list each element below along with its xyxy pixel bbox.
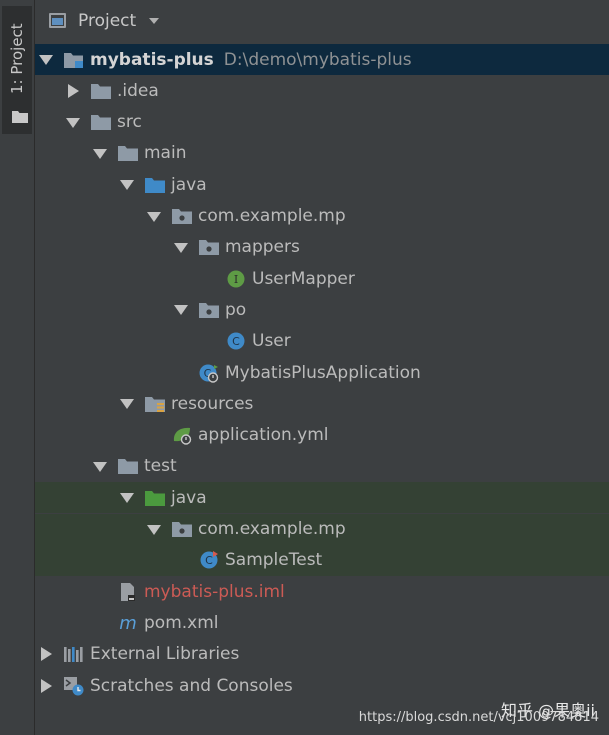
tree-row[interactable]: com.example.mp <box>35 201 609 232</box>
expand-arrow-right-icon[interactable] <box>41 647 52 662</box>
package-icon <box>171 519 193 539</box>
tree-row[interactable]: main <box>35 138 609 169</box>
tree-item-label: src <box>117 112 142 133</box>
expand-arrow-down-icon[interactable] <box>120 493 134 504</box>
project-tree: mybatis-plus D:\demo\mybatis-plus .idea src… <box>35 44 609 735</box>
tree-row[interactable]: com.example.mp <box>35 513 609 545</box>
tree-item-label: com.example.mp <box>198 519 346 539</box>
tree-row[interactable]: I UserMapper <box>35 263 609 294</box>
spring-class-icon: C <box>198 363 220 383</box>
watermark-url: https://blog.csdn.net/vcj1009784814 <box>358 710 599 725</box>
expand-arrow-down-icon[interactable] <box>93 461 107 472</box>
module-folder-icon <box>63 50 85 70</box>
tree-row[interactable]: java <box>35 482 609 514</box>
tree-row[interactable]: mappers <box>35 232 609 263</box>
tree-row[interactable]: resources <box>35 388 609 419</box>
project-view-title[interactable]: Project <box>78 11 136 31</box>
folder-icon <box>12 111 28 123</box>
expand-arrow-down-icon[interactable] <box>174 305 188 316</box>
svg-text:C: C <box>205 554 213 567</box>
expand-arrow-right-icon[interactable] <box>41 678 52 693</box>
expand-arrow-down-icon[interactable] <box>147 524 161 535</box>
folder-icon <box>117 143 139 163</box>
tree-row[interactable]: External Libraries <box>35 639 609 670</box>
project-tool-tab[interactable]: 1: Project <box>2 6 32 134</box>
left-tool-strip: 1: Project <box>0 0 35 735</box>
tree-row[interactable]: C MybatisPlusApplication <box>35 357 609 388</box>
tree-row[interactable]: C User <box>35 326 609 357</box>
tree-item-label: com.example.mp <box>198 206 346 226</box>
tree-row[interactable]: C SampleTest <box>35 544 609 576</box>
tree-item-label: External Libraries <box>90 644 240 665</box>
tree-row[interactable]: test <box>35 451 609 482</box>
interface-icon: I <box>225 269 247 289</box>
svg-text:m: m <box>119 613 137 633</box>
tree-item-label: User <box>252 331 291 352</box>
expand-arrow-down-icon[interactable] <box>147 211 161 222</box>
tree-item-label: test <box>144 456 177 477</box>
tree-item-label: main <box>144 143 187 164</box>
tree-item-label: SampleTest <box>225 550 323 571</box>
chevron-down-icon[interactable] <box>149 18 159 24</box>
expand-arrow-down-icon[interactable] <box>93 148 107 159</box>
folder-icon <box>90 112 112 132</box>
test-class-icon: C <box>198 550 220 570</box>
package-icon <box>198 300 220 320</box>
tree-item-label: Scratches and Consoles <box>90 675 293 696</box>
tree-item-label: .idea <box>117 80 159 101</box>
tree-item-label: java <box>171 174 207 195</box>
tree-item-label: pom.xml <box>144 612 219 633</box>
tree-item-label: mybatis-plus D:\demo\mybatis-plus <box>90 49 412 70</box>
package-icon <box>198 237 220 257</box>
tree-item-label: UserMapper <box>252 268 355 289</box>
tree-item-label: po <box>225 299 247 320</box>
tree-row[interactable]: application.yml <box>35 420 609 451</box>
resources-folder-icon <box>144 394 166 414</box>
folder-icon <box>117 456 139 476</box>
tree-row[interactable]: m pom.xml <box>35 607 609 638</box>
tree-item-label: MybatisPlusApplication <box>225 362 421 383</box>
project-tool-tab-label: 1: Project <box>8 23 26 94</box>
expand-arrow-down-icon[interactable] <box>120 180 134 191</box>
project-view-icon <box>49 13 66 28</box>
scratches-icon <box>63 676 85 696</box>
project-panel-header: Project <box>35 0 609 44</box>
tree-item-label: mybatis-plus.iml <box>144 581 285 602</box>
module-path-label: D:\demo\mybatis-plus <box>223 49 412 70</box>
tree-row[interactable]: mybatis-plus.iml <box>35 576 609 607</box>
expand-arrow-down-icon[interactable] <box>120 399 134 410</box>
expand-arrow-right-icon[interactable] <box>68 83 79 98</box>
tree-row[interactable]: po <box>35 294 609 325</box>
test-source-folder-icon <box>144 488 166 508</box>
tree-row[interactable]: java <box>35 169 609 200</box>
expand-arrow-down-icon[interactable] <box>66 117 80 128</box>
tree-item-label: resources <box>171 393 254 414</box>
class-icon: C <box>225 331 247 351</box>
tree-item-label: java <box>171 487 207 508</box>
expand-arrow-down-icon[interactable] <box>174 242 188 253</box>
libraries-icon <box>63 644 85 664</box>
maven-icon: m <box>117 613 139 634</box>
tree-item-label: mappers <box>225 237 300 258</box>
expand-arrow-down-icon[interactable] <box>39 55 53 65</box>
source-folder-icon <box>144 175 166 195</box>
iml-file-icon <box>117 582 139 602</box>
spring-config-icon <box>171 425 193 445</box>
svg-text:C: C <box>232 335 240 348</box>
folder-icon <box>90 81 112 101</box>
tree-row[interactable]: .idea <box>35 75 609 106</box>
package-icon <box>171 206 193 226</box>
tree-row[interactable]: src <box>35 107 609 138</box>
tree-item-label: application.yml <box>198 425 329 446</box>
svg-text:I: I <box>234 273 238 286</box>
tree-row[interactable]: mybatis-plus D:\demo\mybatis-plus <box>35 44 609 75</box>
